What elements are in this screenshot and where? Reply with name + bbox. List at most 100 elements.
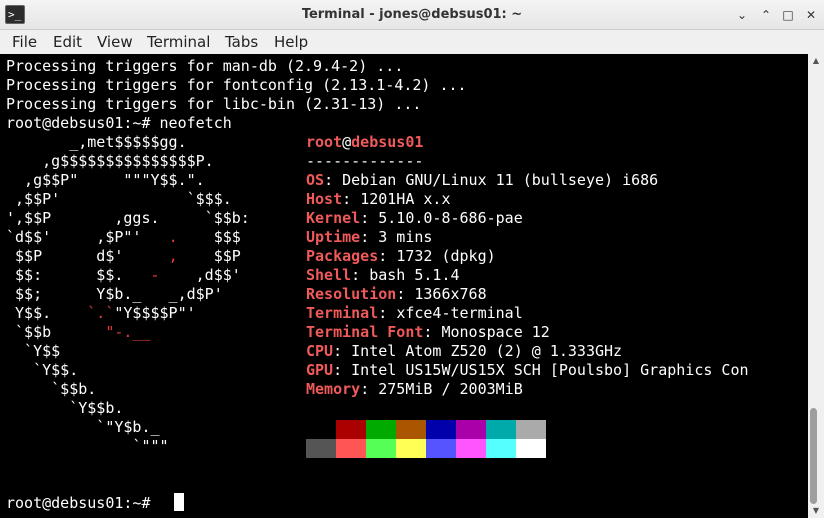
neofetch-field-value: Monospace 12 <box>441 323 550 341</box>
neofetch-field-colon: : <box>423 323 442 341</box>
neofetch-logo-line: `"Y$b._ <box>6 418 160 436</box>
maximize-button[interactable]: ⌃ <box>757 6 775 24</box>
neofetch-field: CPU: Intel Atom Z520 (2) @ 1.333GHz <box>306 342 622 361</box>
palette-swatch <box>366 420 396 439</box>
neofetch-field-colon: : <box>360 209 379 227</box>
neofetch-field-value: 5.10.0-8-686-pae <box>378 209 523 227</box>
window-title: Terminal - jones@debsus01: ~ <box>301 7 523 22</box>
neofetch-logo-line: $$: $$. - ,d$$' <box>6 266 241 284</box>
neofetch-field-value: Intel US15W/US15X SCH [Poulsbo] Graphics… <box>351 361 749 379</box>
neofetch-field: Packages: 1732 (dpkg) <box>306 247 496 266</box>
menu-bar: File Edit View Terminal Tabs Help <box>0 30 824 54</box>
neofetch-field-key: Packages <box>306 247 379 265</box>
text-cursor <box>174 493 184 511</box>
palette-swatch <box>426 420 456 439</box>
neofetch-logo-line: ,$$P' `$$$. <box>6 190 232 208</box>
neofetch-field-key: OS <box>306 171 325 189</box>
palette-swatch <box>486 420 516 439</box>
neofetch-at: @ <box>342 133 352 151</box>
neofetch-field-value: 1366x768 <box>414 285 487 303</box>
logo-accent: "-.__ <box>105 323 151 341</box>
palette-swatch <box>426 439 456 458</box>
palette-swatch <box>366 439 396 458</box>
neofetch-logo-line: `Y$$ <box>6 342 61 360</box>
neofetch-field-colon: : <box>333 361 352 379</box>
title-bar: >_ Terminal - jones@debsus01: ~ ⌄ ⌃ □ ✕ <box>0 0 824 30</box>
neofetch-field: Kernel: 5.10.0-8-686-pae <box>306 209 523 228</box>
close-button[interactable]: ✕ <box>802 6 820 24</box>
neofetch-logo-line: $$P d$' , $$P <box>6 247 241 265</box>
neofetch-field-value: 1732 (dpkg) <box>396 247 496 265</box>
neofetch-logo-line: `Y$$b. <box>6 399 124 417</box>
palette-swatch <box>306 439 336 458</box>
neofetch-field-colon: : <box>351 266 370 284</box>
menu-file[interactable]: File <box>12 33 37 51</box>
neofetch-field-colon: : <box>378 304 397 322</box>
neofetch-logo-line: ,g$$P" """Y$$.". <box>6 171 205 189</box>
neofetch-field: Uptime: 3 mins <box>306 228 432 247</box>
neofetch-field-key: Terminal <box>306 304 379 322</box>
neofetch-user: root <box>306 133 343 151</box>
menu-view[interactable]: View <box>97 33 133 51</box>
neofetch-field-key: GPU <box>306 361 334 379</box>
neofetch-field-colon: : <box>360 380 379 398</box>
neofetch-field: GPU: Intel US15W/US15X SCH [Poulsbo] Gra… <box>306 361 749 380</box>
neofetch-field-key: Kernel <box>306 209 361 227</box>
neofetch-field-colon: : <box>396 285 415 303</box>
neofetch-field-key: Shell <box>306 266 352 284</box>
neofetch-field: Terminal: xfce4-terminal <box>306 304 523 323</box>
neofetch-logo-line: `Y$$. <box>6 361 79 379</box>
neofetch-logo-line: ',$$P ,ggs. `$$b: <box>6 209 250 227</box>
menu-edit[interactable]: Edit <box>53 33 82 51</box>
neofetch-field: Memory: 275MiB / 2003MiB <box>306 380 523 399</box>
neofetch-separator: ------------- <box>306 152 424 170</box>
restore-button[interactable]: □ <box>779 6 797 24</box>
neofetch-field-value: xfce4-terminal <box>396 304 523 322</box>
logo-accent: `.` <box>87 304 115 322</box>
neofetch-field-colon: : <box>333 342 352 360</box>
neofetch-field: Shell: bash 5.1.4 <box>306 266 460 285</box>
neofetch-field-value: Intel Atom Z520 (2) @ 1.333GHz <box>351 342 623 360</box>
output-line: Processing triggers for fontconfig (2.13… <box>6 76 467 94</box>
neofetch-host: debsus01 <box>351 133 424 151</box>
logo-accent: . <box>168 228 178 246</box>
palette-swatch <box>306 420 336 439</box>
scroll-up-icon[interactable]: ▲ <box>809 55 823 67</box>
terminal-output[interactable]: Processing triggers for man-db (2.9.4-2)… <box>0 54 808 518</box>
neofetch-field: Host: 1201HA x.x <box>306 190 451 209</box>
output-line: Processing triggers for man-db (2.9.4-2)… <box>6 57 404 75</box>
scrollbar-thumb[interactable] <box>810 408 817 504</box>
neofetch-field-colon: : <box>324 171 343 189</box>
neofetch-field: Terminal Font: Monospace 12 <box>306 323 550 342</box>
palette-swatch <box>516 439 546 458</box>
menu-help[interactable]: Help <box>274 33 308 51</box>
menu-terminal[interactable]: Terminal <box>147 33 210 51</box>
neofetch-field-colon: : <box>342 190 361 208</box>
neofetch-logo-line: Y$$. `.`"Y$$$$P"' <box>6 304 196 322</box>
neofetch-logo-line: $$; Y$b._ _,d$P' <box>6 285 223 303</box>
neofetch-field-value: bash 5.1.4 <box>369 266 460 284</box>
neofetch-field-key: Host <box>306 190 343 208</box>
output-line: Processing triggers for libc-bin (2.31-1… <box>6 95 422 113</box>
neofetch-field-key: Uptime <box>306 228 361 246</box>
neofetch-field-colon: : <box>360 228 379 246</box>
palette-swatch <box>456 420 486 439</box>
neofetch-field-value: 275MiB / 2003MiB <box>378 380 523 398</box>
neofetch-field: Resolution: 1366x768 <box>306 285 487 304</box>
palette-swatch <box>336 439 366 458</box>
palette-swatch <box>456 439 486 458</box>
palette-swatch <box>396 439 426 458</box>
neofetch-logo-line: `$$b "-.__ <box>6 323 151 341</box>
minimize-button[interactable]: ⌄ <box>733 6 751 24</box>
neofetch-user-host: root@debsus01 <box>306 133 423 152</box>
neofetch-field-colon: : <box>378 247 397 265</box>
neofetch-field-value: 3 mins <box>378 228 433 246</box>
neofetch-logo-line: `d$$' ,$P"' . $$$ <box>6 228 241 246</box>
neofetch-field-value: Debian GNU/Linux 11 (bullseye) i686 <box>342 171 659 189</box>
menu-tabs[interactable]: Tabs <box>225 33 258 51</box>
neofetch-field-key: Terminal Font <box>306 323 424 341</box>
neofetch-logo-line: `$$b. <box>6 380 97 398</box>
neofetch-logo-line: ,g$$$$$$$$$$$$$$$P. <box>6 152 214 170</box>
scroll-down-icon[interactable]: ▼ <box>809 505 823 517</box>
neofetch-field-value: 1201HA x.x <box>360 190 451 208</box>
